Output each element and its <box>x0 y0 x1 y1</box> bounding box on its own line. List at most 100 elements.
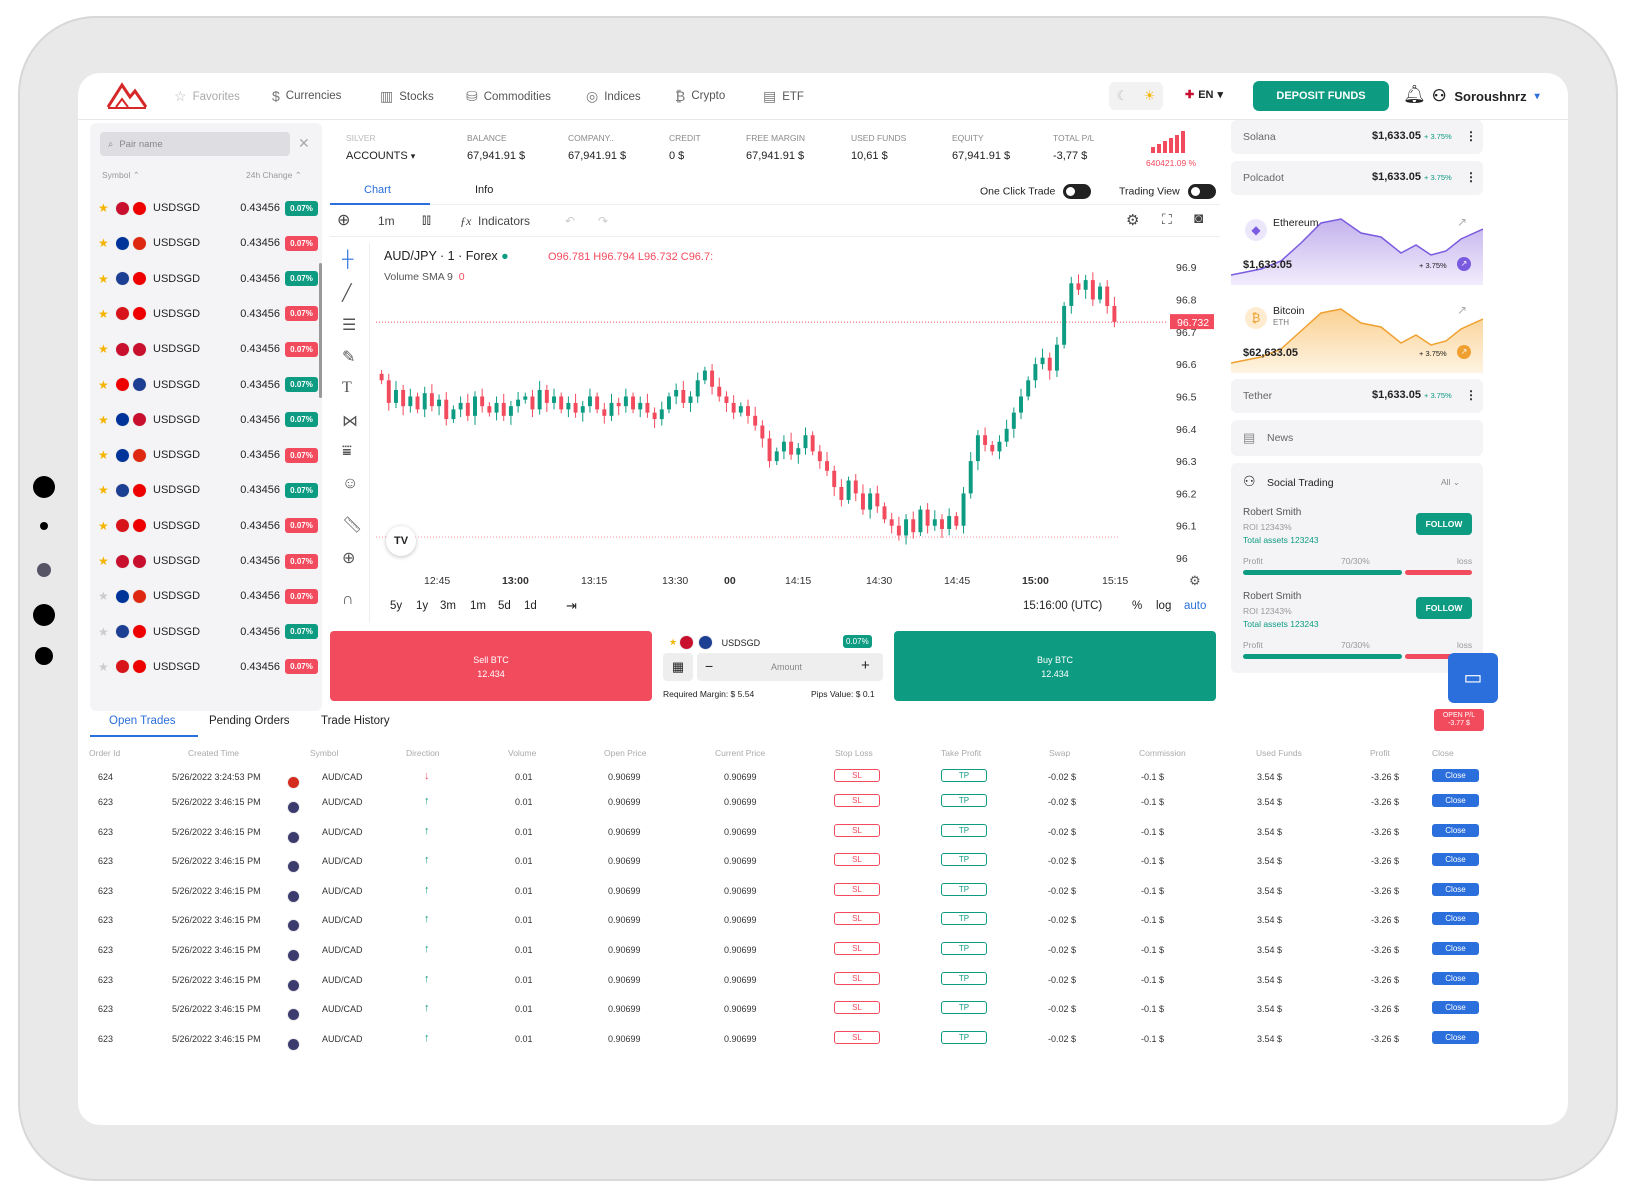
stop-loss-button[interactable]: SL <box>834 882 880 896</box>
table-row[interactable]: 623 5/26/2022 3:46:15 PM AUD/CAD ↑ 0.01 … <box>90 791 1485 817</box>
table-row[interactable]: 623 5/26/2022 3:46:15 PM AUD/CAD ↑ 0.01 … <box>90 821 1485 847</box>
take-profit-button[interactable]: TP <box>941 769 987 782</box>
camera-icon[interactable]: ◙ <box>1194 210 1203 227</box>
stop-loss-button[interactable]: SL <box>834 823 880 837</box>
more-icon[interactable]: ⋮ <box>1465 129 1477 143</box>
range-5d[interactable]: 5d <box>498 600 511 612</box>
nav-stocks[interactable]: ▥ Stocks <box>380 88 434 105</box>
external-link-icon[interactable]: ↗ <box>1457 303 1467 317</box>
pair-row[interactable]: ★ USDSGD 0.43456 0.07% <box>98 583 318 609</box>
sell-button[interactable]: Sell BTC 12.434 <box>330 631 652 701</box>
pair-row[interactable]: ★ USDSGD 0.43456 0.07% <box>98 407 318 433</box>
auto-toggle[interactable]: auto <box>1184 600 1206 612</box>
pair-row[interactable]: ★ USDSGD 0.43456 0.07% <box>98 619 318 645</box>
tab-chart[interactable]: Chart <box>364 184 391 196</box>
amount-input[interactable]: − Amount + <box>697 653 883 681</box>
take-profit-button[interactable]: TP <box>941 853 987 867</box>
text-icon[interactable]: T <box>342 379 352 397</box>
range-5y[interactable]: 5y <box>390 600 402 612</box>
watch-polcadot[interactable]: Polcadot $1,633.05 + 3.75% ⋮ <box>1231 161 1483 195</box>
take-profit-button[interactable]: TP <box>941 823 987 837</box>
more-icon[interactable]: ⋮ <box>1465 388 1477 402</box>
pair-row[interactable]: ★ USDSGD 0.43456 0.07% <box>98 336 318 362</box>
watch-solana[interactable]: Solana $1,633.05 + 3.75% ⋮ <box>1231 120 1483 154</box>
star-icon[interactable]: ★ <box>98 201 115 215</box>
table-row[interactable]: 623 5/26/2022 3:46:15 PM AUD/CAD ↑ 0.01 … <box>90 1028 1485 1054</box>
nav-crypto[interactable]: ₿ Crypto <box>675 88 725 104</box>
zoom-icon[interactable]: ⊕ <box>342 548 355 568</box>
pair-row[interactable]: ★ USDSGD 0.43456 0.07% <box>98 195 318 221</box>
close-trade-button[interactable]: Close <box>1432 971 1479 985</box>
close-trade-button[interactable]: Close <box>1432 882 1479 896</box>
minus-icon[interactable]: − <box>705 658 713 674</box>
stop-loss-button[interactable]: SL <box>834 1001 880 1015</box>
star-icon[interactable]: ★ <box>98 483 115 497</box>
deposit-funds-button[interactable]: DEPOSIT FUNDS <box>1253 81 1389 111</box>
take-profit-button[interactable]: TP <box>941 971 987 985</box>
news-button[interactable]: ▤ News <box>1231 420 1483 456</box>
ruler-icon[interactable]: 📏︎ <box>342 515 362 535</box>
search-input[interactable]: ⌕ Pair name <box>100 132 290 156</box>
chat-button[interactable]: ▭ <box>1448 653 1498 703</box>
follow-button[interactable]: FOLLOW <box>1416 597 1472 619</box>
table-row[interactable]: 623 5/26/2022 3:46:15 PM AUD/CAD ↑ 0.01 … <box>90 909 1485 935</box>
stop-loss-button[interactable]: SL <box>834 912 880 926</box>
pair-row[interactable]: ★ USDSGD 0.43456 0.07% <box>98 372 318 398</box>
close-trade-button[interactable]: Close <box>1432 769 1479 782</box>
table-row[interactable]: 624 5/26/2022 3:24:53 PM AUD/CAD ↓ 0.01 … <box>90 766 1485 792</box>
axis-settings-icon[interactable]: ⚙ <box>1189 573 1201 588</box>
range-3m[interactable]: 3m <box>440 600 456 612</box>
card-ethereum[interactable]: ◆ Ethereum ↗ $1,633.05 + 3.75% ↗ <box>1231 203 1483 285</box>
close-trade-button[interactable]: Close <box>1432 853 1479 867</box>
stop-loss-button[interactable]: SL <box>834 853 880 867</box>
stop-loss-button[interactable]: SL <box>834 794 880 807</box>
emoji-icon[interactable]: ☺ <box>342 475 358 493</box>
star-icon[interactable]: ★ <box>98 589 115 603</box>
external-link-icon[interactable]: ↗ <box>1457 215 1467 229</box>
undo-icon[interactable]: ↶ <box>565 214 575 228</box>
one-click-trade-toggle[interactable]: One Click Trade <box>980 184 1092 199</box>
take-profit-button[interactable]: TP <box>941 1030 987 1044</box>
language-select[interactable]: ✚ EN ▾ <box>1185 88 1223 102</box>
percent-toggle[interactable]: % <box>1132 600 1142 612</box>
tab-pending-orders[interactable]: Pending Orders <box>209 715 290 727</box>
bell-icon[interactable]: 🔔︎ <box>1403 84 1426 105</box>
close-trade-button[interactable]: Close <box>1432 823 1479 837</box>
user-menu[interactable]: ⚇ Soroushnrz ▾ <box>1432 86 1540 106</box>
star-icon[interactable]: ★ <box>98 342 115 356</box>
take-profit-button[interactable]: TP <box>941 794 987 807</box>
pair-row[interactable]: ★ USDSGD 0.43456 0.07% <box>98 442 318 468</box>
star-icon[interactable]: ★ <box>98 272 115 286</box>
table-row[interactable]: 623 5/26/2022 3:46:15 PM AUD/CAD ↑ 0.01 … <box>90 969 1485 995</box>
fullscreen-icon[interactable]: ⛶ <box>1162 211 1172 228</box>
star-icon[interactable]: ★ <box>98 413 115 427</box>
nav-favorites[interactable]: ☆ Favorites <box>174 88 240 105</box>
star-icon[interactable]: ★ <box>98 660 115 674</box>
star-icon[interactable]: ★ <box>98 554 115 568</box>
price-chart[interactable]: AUD/JPY · 1 · Forex ● O96.781 H96.794 L9… <box>376 241 1224 621</box>
card-bitcoin[interactable]: ₿ Bitcoin ETH ↗ $62,633.05 + 3.75% ↗ <box>1231 291 1483 373</box>
tab-open-trades[interactable]: Open Trades <box>109 715 175 727</box>
tab-trade-history[interactable]: Trade History <box>321 715 390 727</box>
chart-time[interactable]: 15:16:00 (UTC) <box>1023 600 1102 612</box>
close-trade-button[interactable]: Close <box>1432 912 1479 926</box>
close-trade-button[interactable]: Close <box>1432 1001 1479 1015</box>
table-row[interactable]: 623 5/26/2022 3:46:15 PM AUD/CAD ↑ 0.01 … <box>90 939 1485 965</box>
date-range-icon[interactable]: ⇥ <box>566 598 577 614</box>
more-icon[interactable]: ⋮ <box>1465 170 1477 184</box>
take-profit-button[interactable]: TP <box>941 942 987 955</box>
watch-tether[interactable]: Tether $1,633.05 + 3.75% ⋮ <box>1231 379 1483 413</box>
star-icon[interactable]: ★ <box>98 378 115 392</box>
interval-button[interactable]: 1m <box>378 214 395 228</box>
tab-info[interactable]: Info <box>475 184 493 196</box>
pair-row[interactable]: ★ USDSGD 0.43456 0.07% <box>98 266 318 292</box>
brush-icon[interactable]: ✎ <box>342 347 355 367</box>
nav-commodities[interactable]: ⛁ Commodities <box>466 88 551 105</box>
range-1y[interactable]: 1y <box>416 600 428 612</box>
trend-line-icon[interactable]: ╱ <box>342 283 352 303</box>
follow-button[interactable]: FOLLOW <box>1416 513 1472 535</box>
scrollbar[interactable] <box>319 263 322 398</box>
star-icon[interactable]: ★ <box>98 448 115 462</box>
pair-row[interactable]: ★ USDSGD 0.43456 0.07% <box>98 477 318 503</box>
star-icon[interactable]: ★ <box>98 307 115 321</box>
